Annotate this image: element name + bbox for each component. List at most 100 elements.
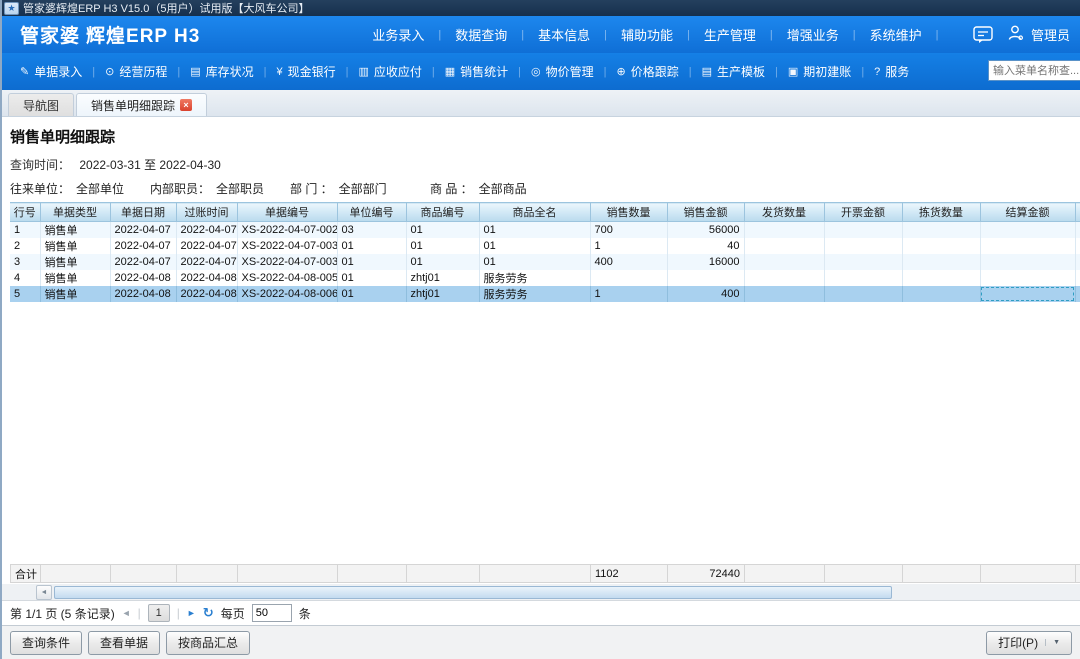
toolbar-item-10[interactable]: ▣期初建账 (778, 63, 861, 80)
table-cell[interactable]: 2022-04-08 (176, 270, 237, 286)
table-cell[interactable] (980, 222, 1075, 239)
scrollbar-thumb[interactable] (54, 586, 892, 599)
toolbar-item-5[interactable]: ▥应收应付 (348, 63, 431, 80)
page-size-input[interactable] (252, 604, 292, 622)
column-header[interactable]: 开票金额 (824, 203, 902, 222)
tab-2[interactable]: 销售单明细跟踪× (76, 93, 207, 116)
table-cell[interactable]: 01 (479, 254, 590, 270)
column-header[interactable]: 单据编号 (237, 203, 337, 222)
table-cell[interactable]: 1 (590, 286, 667, 302)
table-cell[interactable]: 01 (406, 238, 479, 254)
current-page-button[interactable]: 1 (148, 604, 170, 622)
table-cell[interactable]: XS-2022-04-08-006 (237, 286, 337, 302)
table-cell[interactable]: 销售单 (40, 286, 110, 302)
table-cell[interactable]: 销售单 (40, 270, 110, 286)
table-cell[interactable] (824, 286, 902, 302)
table-cell[interactable]: XS-2022-04-07-003 (237, 238, 337, 254)
table-cell[interactable] (744, 222, 824, 239)
table-cell[interactable] (980, 238, 1075, 254)
table-cell[interactable] (744, 286, 824, 302)
table-cell[interactable]: 2022-04-08 (110, 270, 176, 286)
table-cell[interactable] (980, 254, 1075, 270)
tab-close-icon[interactable]: × (180, 99, 192, 111)
table-cell[interactable] (902, 254, 980, 270)
table-cell[interactable]: 2022-04-07 (176, 254, 237, 270)
table-cell[interactable]: 400 (590, 254, 667, 270)
table-cell[interactable]: XS-2022-04-07-003 (237, 254, 337, 270)
view-voucher-button[interactable]: 查看单据 (88, 631, 160, 655)
table-cell[interactable] (824, 238, 902, 254)
table-cell[interactable]: 40 (667, 238, 744, 254)
table-cell[interactable]: 2022-04-08 (110, 286, 176, 302)
print-button[interactable]: 打印(P) ▼ (986, 631, 1072, 655)
toolbar-item-6[interactable]: ▦销售统计 (435, 63, 518, 80)
table-cell[interactable] (744, 270, 824, 286)
table-cell[interactable]: 1 (590, 238, 667, 254)
tab-1[interactable]: 导航图 (8, 93, 74, 116)
next-page-icon[interactable]: ► (187, 608, 196, 618)
table-cell[interactable]: 01 (406, 222, 479, 239)
toolbar-item-11[interactable]: ?服务 (864, 63, 919, 80)
nav-item-3[interactable]: 基本信息 (524, 25, 604, 44)
column-header[interactable]: 销售数量 (590, 203, 667, 222)
nav-item-6[interactable]: 增强业务 (773, 25, 853, 44)
table-cell[interactable]: 01 (337, 254, 406, 270)
table-cell[interactable]: 400 (667, 286, 744, 302)
table-cell[interactable]: 2022-04-07 (110, 238, 176, 254)
table-row[interactable]: 2销售单2022-04-072022-04-07XS-2022-04-07-00… (10, 238, 1080, 254)
menu-search-input[interactable] (988, 60, 1080, 81)
table-cell[interactable]: zhtj01 (406, 286, 479, 302)
user-menu[interactable]: 管理员 (1007, 24, 1070, 45)
column-header[interactable]: 拣货数量 (902, 203, 980, 222)
table-cell[interactable] (824, 270, 902, 286)
summarize-by-product-button[interactable]: 按商品汇总 (166, 631, 250, 655)
table-cell[interactable]: XS-2022-04-07-002 (237, 222, 337, 239)
column-header[interactable]: 行号 (10, 203, 40, 222)
toolbar-item-8[interactable]: ⊕价格跟踪 (607, 63, 689, 80)
toolbar-item-7[interactable]: ◎物价管理 (521, 63, 604, 80)
column-header[interactable]: 销售金额 (667, 203, 744, 222)
nav-item-5[interactable]: 生产管理 (690, 25, 770, 44)
table-cell[interactable]: 服务劳务 (479, 270, 590, 286)
table-cell[interactable]: 1 (10, 222, 40, 239)
table-cell[interactable]: XS-2022-04-08-005 (237, 270, 337, 286)
nav-item-2[interactable]: 数据查询 (441, 25, 521, 44)
table-cell[interactable]: 服务劳务 (479, 286, 590, 302)
table-cell[interactable]: 2 (10, 238, 40, 254)
table-cell[interactable] (590, 270, 667, 286)
table-cell[interactable]: 销售单 (40, 238, 110, 254)
table-cell[interactable] (824, 254, 902, 270)
table-cell[interactable]: 4 (10, 270, 40, 286)
table-cell[interactable] (902, 238, 980, 254)
toolbar-item-1[interactable]: ✎单据录入 (10, 63, 92, 80)
nav-item-4[interactable]: 辅助功能 (607, 25, 687, 44)
table-cell[interactable]: 销售单 (40, 254, 110, 270)
column-header[interactable]: 单位编号 (337, 203, 406, 222)
column-header[interactable]: 商品全名 (479, 203, 590, 222)
table-cell[interactable] (980, 270, 1075, 286)
table-row[interactable]: 1销售单2022-04-072022-04-07XS-2022-04-07-00… (10, 222, 1080, 239)
table-cell[interactable]: 3 (10, 254, 40, 270)
table-cell[interactable] (667, 270, 744, 286)
table-cell[interactable]: 16000 (667, 254, 744, 270)
toolbar-item-2[interactable]: ⊙经营历程 (95, 63, 177, 80)
table-cell[interactable]: 2022-04-07 (110, 222, 176, 239)
table-cell[interactable] (824, 222, 902, 239)
table-cell[interactable] (980, 286, 1075, 302)
column-header[interactable]: 单据类型 (40, 203, 110, 222)
column-header[interactable]: 过账时间 (176, 203, 237, 222)
table-row[interactable]: 4销售单2022-04-082022-04-08XS-2022-04-08-00… (10, 270, 1080, 286)
table-cell[interactable]: 5 (10, 286, 40, 302)
refresh-icon[interactable]: ↻ (203, 605, 214, 621)
table-cell[interactable]: 2022-04-08 (176, 286, 237, 302)
table-cell[interactable]: 01 (337, 238, 406, 254)
table-cell[interactable]: 03 (337, 222, 406, 239)
prev-page-icon[interactable]: ◄ (122, 608, 131, 618)
horizontal-scrollbar[interactable]: ◄ (2, 583, 1080, 600)
column-header[interactable]: 发货数量 (744, 203, 824, 222)
table-cell[interactable]: 2022-04-07 (176, 238, 237, 254)
table-cell[interactable]: 700 (590, 222, 667, 239)
table-cell[interactable]: 01 (479, 238, 590, 254)
table-cell[interactable]: 01 (479, 222, 590, 239)
column-header[interactable]: 商品编号 (406, 203, 479, 222)
